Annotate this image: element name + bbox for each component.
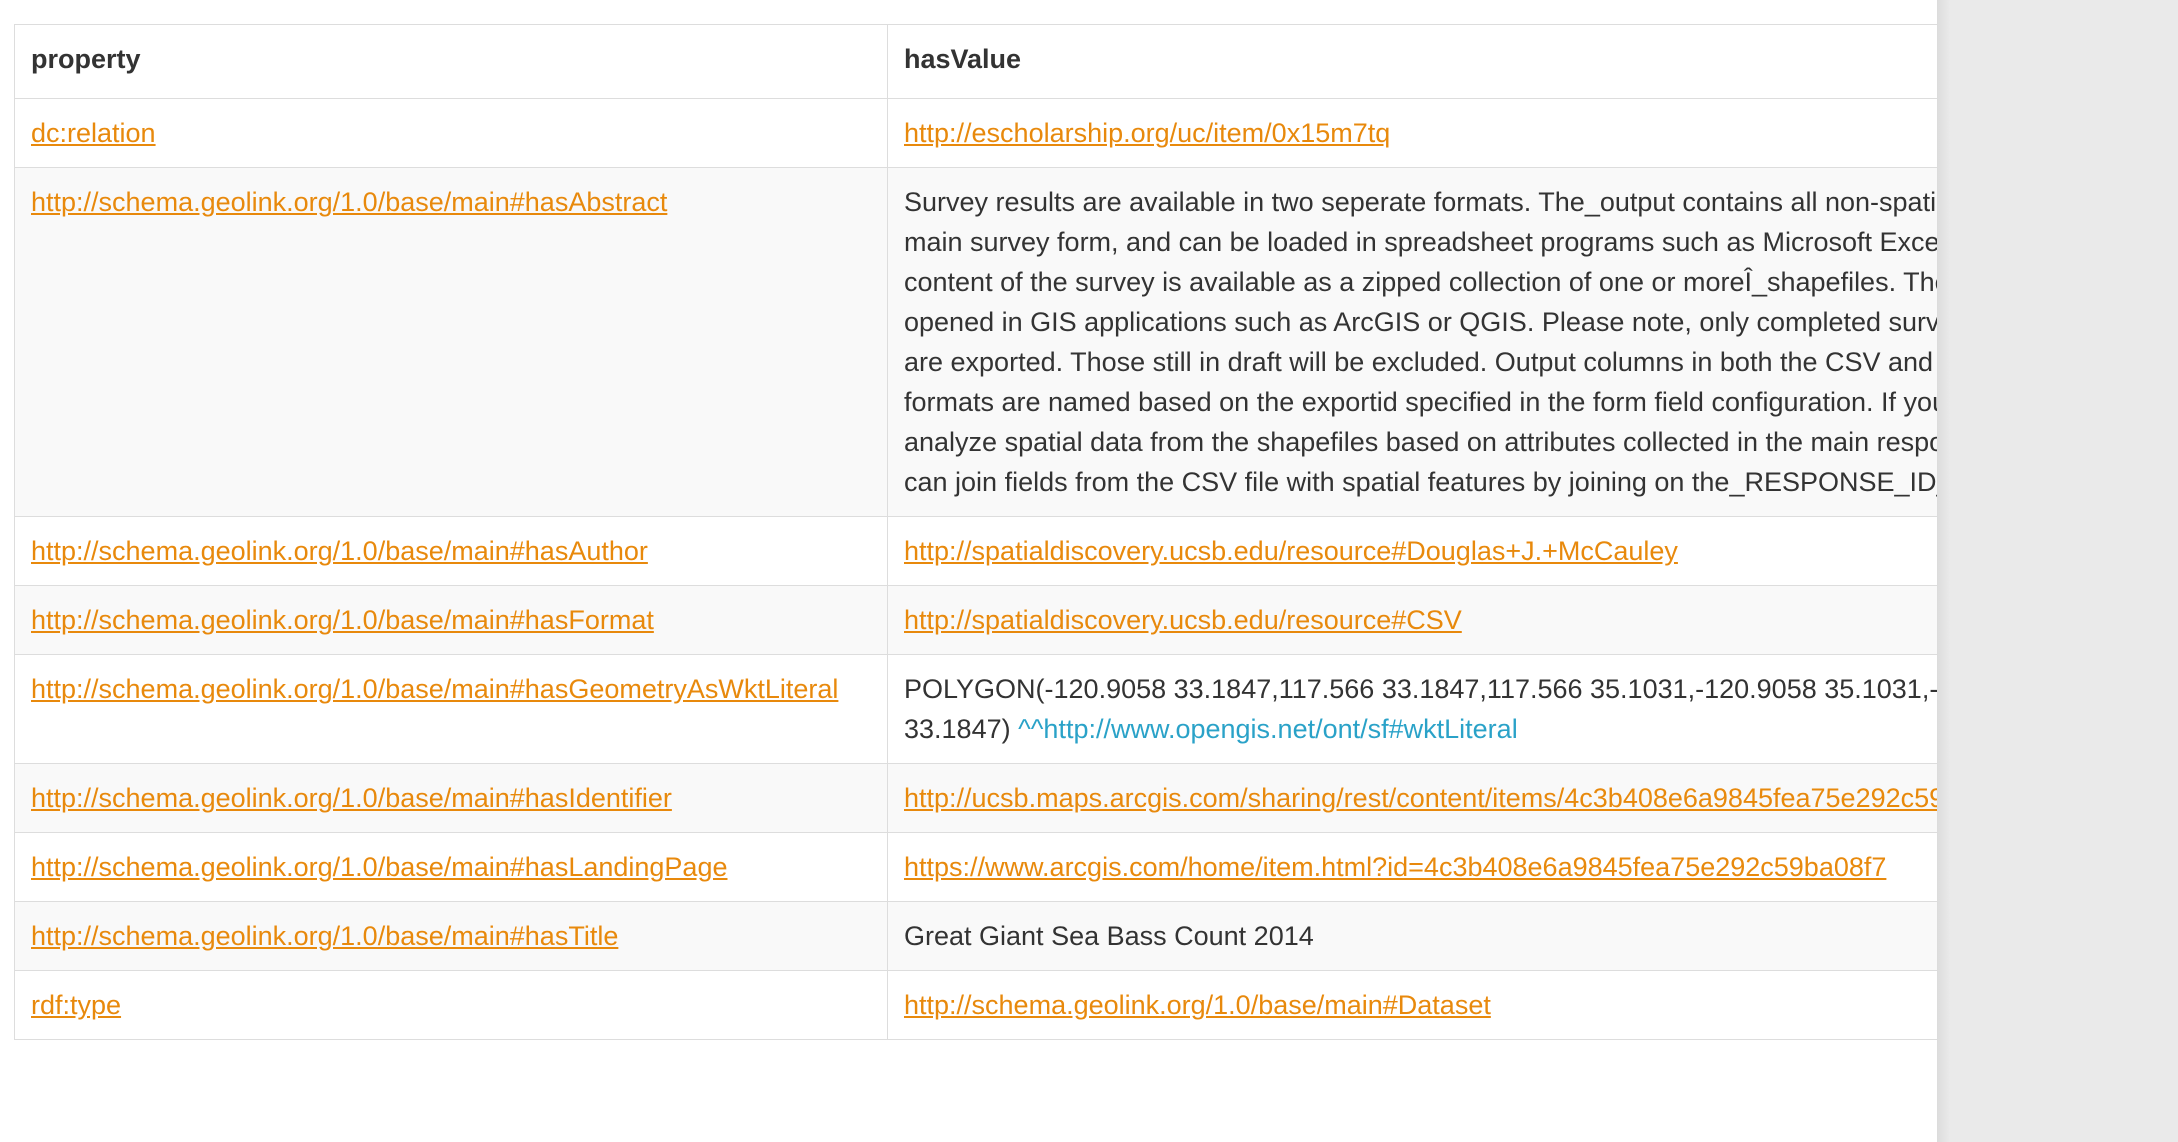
value-link[interactable]: https://www.arcgis.com/home/item.html?id… [904, 852, 1886, 882]
property-cell: http://schema.geolink.org/1.0/base/main#… [14, 832, 888, 902]
table-row: http://schema.geolink.org/1.0/base/main#… [14, 585, 2150, 655]
table-row: http://schema.geolink.org/1.0/base/main#… [14, 901, 2150, 971]
page: property hasValue is dc:relation http://… [0, 0, 2178, 1142]
property-cell: http://schema.geolink.org/1.0/base/main#… [14, 516, 888, 586]
side-panel [1937, 0, 2178, 1142]
results-table-viewport[interactable]: property hasValue is dc:relation http://… [0, 0, 2150, 1142]
table-row: http://schema.geolink.org/1.0/base/main#… [14, 654, 2150, 764]
value-link[interactable]: http://ucsb.maps.arcgis.com/sharing/rest… [904, 783, 2087, 813]
property-cell: http://schema.geolink.org/1.0/base/main#… [14, 901, 888, 971]
property-link[interactable]: http://schema.geolink.org/1.0/base/main#… [31, 783, 672, 813]
property-cell: http://schema.geolink.org/1.0/base/main#… [14, 585, 888, 655]
value-link[interactable]: http://spatialdiscovery.ucsb.edu/resourc… [904, 536, 1678, 566]
rdf-properties-table: property hasValue is dc:relation http://… [14, 24, 2150, 1040]
property-cell: rdf:type [14, 970, 888, 1040]
property-link[interactable]: http://schema.geolink.org/1.0/base/main#… [31, 921, 618, 951]
value-link[interactable]: http://escholarship.org/uc/item/0x15m7tq [904, 118, 1390, 148]
property-link[interactable]: http://schema.geolink.org/1.0/base/main#… [31, 187, 667, 217]
table-row: http://schema.geolink.org/1.0/base/main#… [14, 832, 2150, 902]
property-cell: dc:relation [14, 98, 888, 168]
property-cell: http://schema.geolink.org/1.0/base/main#… [14, 654, 888, 764]
property-link[interactable]: http://schema.geolink.org/1.0/base/main#… [31, 674, 838, 704]
value-link[interactable]: http://schema.geolink.org/1.0/base/main#… [904, 990, 1491, 1020]
property-cell: http://schema.geolink.org/1.0/base/main#… [14, 763, 888, 833]
title-literal-text: Great Giant Sea Bass Count 2014 [904, 921, 1314, 951]
table-row: http://schema.geolink.org/1.0/base/main#… [14, 763, 2150, 833]
table-row: http://schema.geolink.org/1.0/base/main#… [14, 516, 2150, 586]
side-panel-shadow [1937, 0, 1950, 1142]
table-row: rdf:type http://schema.geolink.org/1.0/b… [14, 970, 2150, 1040]
property-link[interactable]: http://schema.geolink.org/1.0/base/main#… [31, 536, 648, 566]
datatype-link[interactable]: ^^http://www.opengis.net/ont/sf#wktLiter… [1018, 714, 1518, 744]
property-link[interactable]: http://schema.geolink.org/1.0/base/main#… [31, 605, 654, 635]
table-row: dc:relation http://escholarship.org/uc/i… [14, 98, 2150, 168]
table-header-row: property hasValue is [14, 24, 2150, 99]
property-link[interactable]: dc:relation [31, 118, 156, 148]
column-header-property[interactable]: property [14, 24, 888, 99]
property-link[interactable]: rdf:type [31, 990, 121, 1020]
property-cell: http://schema.geolink.org/1.0/base/main#… [14, 167, 888, 517]
value-link[interactable]: http://spatialdiscovery.ucsb.edu/resourc… [904, 605, 1462, 635]
property-link[interactable]: http://schema.geolink.org/1.0/base/main#… [31, 852, 727, 882]
table-row: http://schema.geolink.org/1.0/base/main#… [14, 167, 2150, 517]
